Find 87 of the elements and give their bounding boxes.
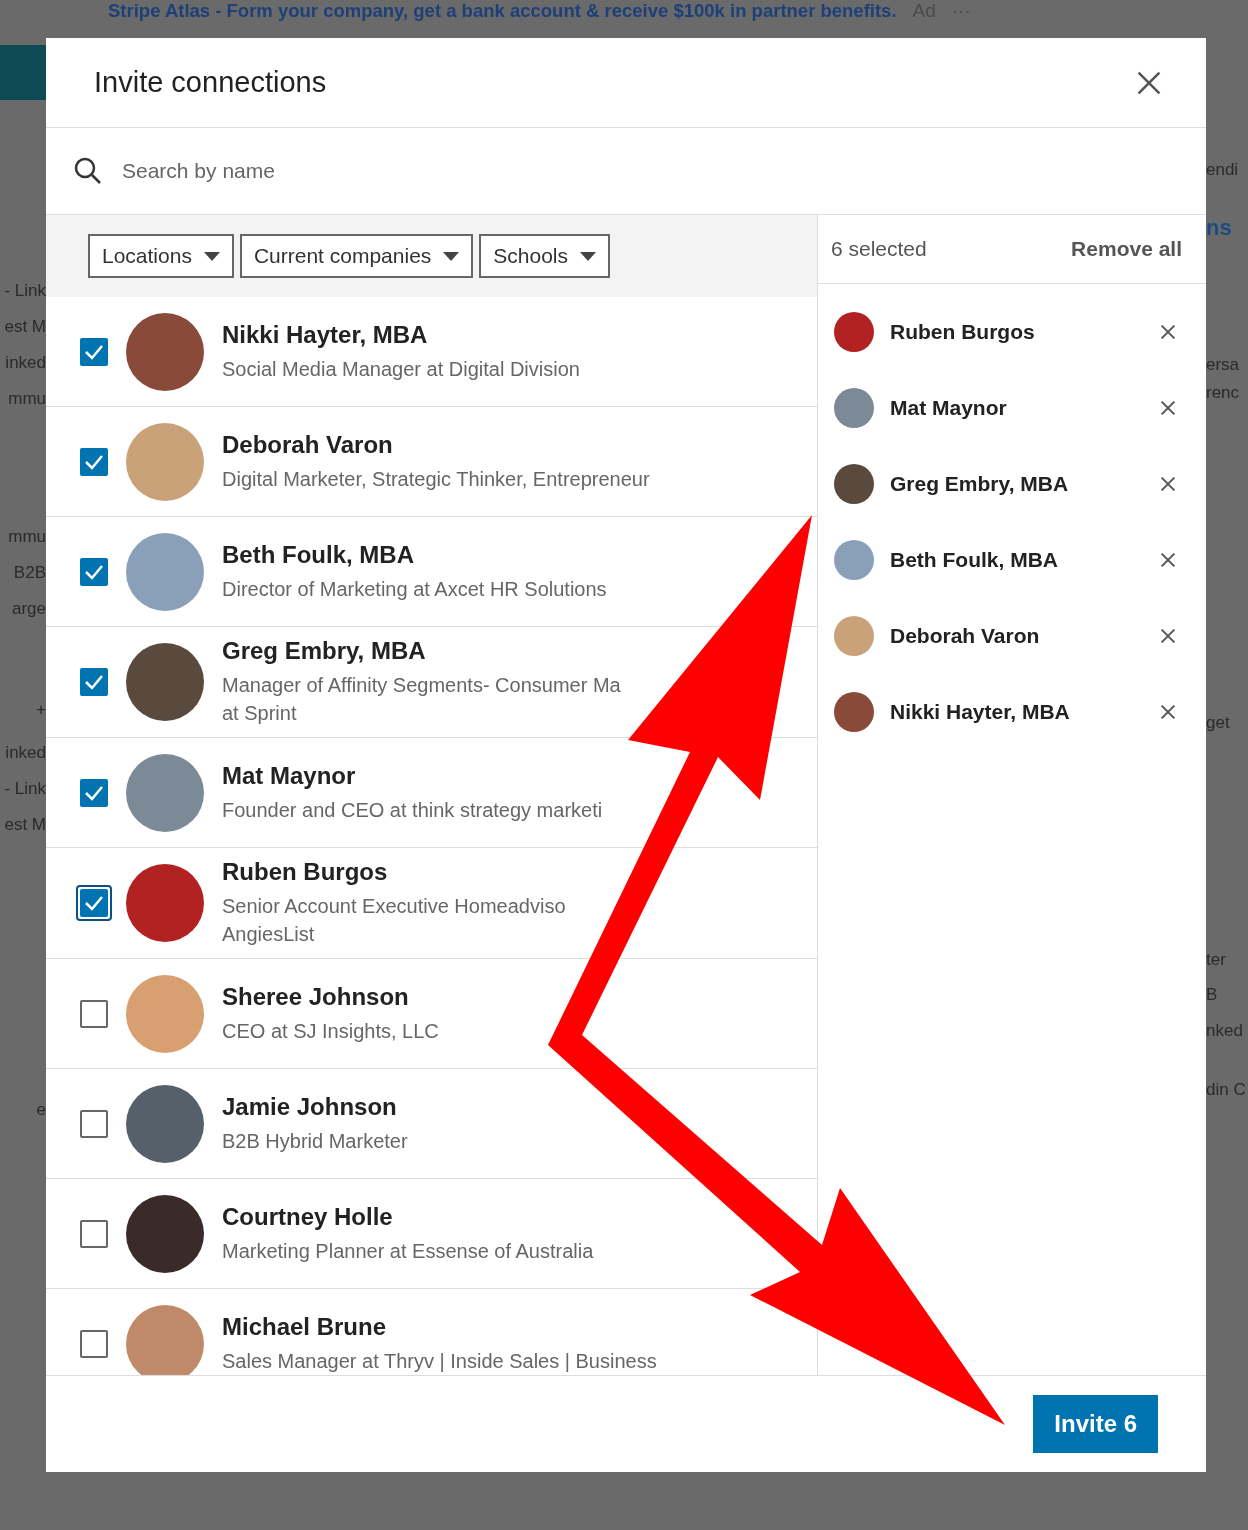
checkmark-icon	[84, 674, 104, 690]
background-text: ter	[1206, 950, 1226, 970]
checkbox[interactable]	[80, 557, 108, 586]
background-text: ns	[1206, 218, 1232, 238]
remove-button[interactable]	[1158, 702, 1178, 722]
filter-dropdown[interactable]: Schools	[479, 234, 611, 278]
checkbox[interactable]	[80, 447, 108, 476]
person-name: Deborah Varon	[222, 430, 394, 459]
background-text: e	[36, 1100, 46, 1120]
background-text: din C	[1206, 1080, 1246, 1100]
close-icon	[1160, 552, 1176, 568]
selected-name: Greg Embry, MBA	[890, 472, 1070, 496]
person-name: Beth Foulk, MBA	[222, 540, 415, 569]
background-text: renc	[1206, 383, 1240, 403]
remove-button[interactable]	[1158, 550, 1178, 570]
checkbox[interactable]	[80, 668, 108, 696]
background-text: - Link	[4, 281, 46, 301]
selected-name: Mat Maynor	[890, 396, 1008, 420]
remove-button[interactable]	[1158, 626, 1178, 646]
background-text: est M	[4, 815, 46, 835]
checkmark-icon	[84, 343, 104, 360]
checkmark-icon	[84, 895, 104, 911]
close-icon	[1160, 400, 1176, 416]
checkbox[interactable]	[80, 1219, 108, 1248]
background-panel	[0, 45, 46, 100]
background-text: mmu	[8, 389, 46, 409]
selected-name: Deborah Varon	[890, 624, 1041, 648]
checkbox[interactable]	[80, 1109, 108, 1138]
filter-dropdown[interactable]: Locations	[88, 234, 234, 278]
background-text: inked	[5, 353, 46, 373]
selected-count: 6 selected	[831, 237, 927, 261]
person-headline: CEO at SJ Insights, LLC	[222, 1018, 439, 1044]
background-text: - Link	[4, 779, 46, 799]
checkbox[interactable]	[80, 1329, 108, 1358]
person-headline: Sales Manager at Thryv | Inside Sales | Business	[222, 1348, 657, 1374]
caret-icon	[443, 251, 460, 261]
background-text: nked	[1206, 1021, 1243, 1041]
person-headline: Director of Marketing at Axcet HR Solutions	[222, 576, 607, 602]
person-headline: Manager of Affinity Segments- Consumer Ma at Sprint	[222, 673, 621, 726]
search-icon	[74, 157, 102, 185]
person-name: Nikki Hayter, MBA	[222, 320, 429, 349]
background-text: mmu	[8, 527, 46, 547]
remove-all-button[interactable]: Remove all	[1071, 237, 1182, 261]
person-headline: Marketing Planner at Essense of Australia	[222, 1238, 594, 1264]
person-name: Sheree Johnson	[222, 982, 410, 1011]
selected-name: Ruben Burgos	[890, 320, 1036, 344]
selected-name: Beth Foulk, MBA	[890, 548, 1059, 572]
close-icon	[1160, 628, 1176, 644]
background-text: endi	[1206, 160, 1239, 180]
invite-button[interactable]: Invite 6	[1033, 1395, 1158, 1453]
person-headline: Digital Marketer, Strategic Thinker, Entrepreneur	[222, 466, 650, 492]
close-icon	[1160, 324, 1176, 340]
background-text: B2B	[13, 563, 46, 583]
filter-dropdown[interactable]: Current companies	[239, 234, 474, 278]
person-name: Mat Maynor	[222, 761, 357, 790]
remove-button[interactable]	[1158, 474, 1178, 494]
person-name: Jamie Johnson	[222, 1092, 398, 1121]
checkmark-icon	[84, 563, 104, 580]
person-name: Michael Brune	[222, 1312, 388, 1341]
background-text: get	[1206, 713, 1230, 733]
checkbox[interactable]	[80, 778, 108, 807]
caret-icon	[203, 251, 220, 261]
checkmark-icon	[84, 784, 104, 801]
person-headline: B2B Hybrid Marketer	[222, 1128, 408, 1154]
caret-icon	[580, 251, 597, 261]
close-icon	[1160, 476, 1176, 492]
selected-name: Nikki Hayter, MBA	[890, 700, 1071, 724]
person-name: Courtney Holle	[222, 1202, 394, 1231]
background-text: ersa	[1206, 355, 1240, 375]
background-text: est M	[4, 317, 46, 337]
checkbox[interactable]	[80, 337, 108, 366]
checkmark-icon	[84, 453, 104, 470]
background-text: B	[1206, 985, 1218, 1005]
background-text: +	[36, 700, 46, 720]
checkbox[interactable]	[80, 999, 108, 1028]
person-name: Ruben Burgos	[222, 858, 389, 886]
remove-button[interactable]	[1158, 322, 1178, 342]
close-icon	[1136, 69, 1162, 96]
person-headline: Senior Account Executive Homeadviso AngiesList	[222, 894, 566, 947]
person-headline: Social Media Manager at Digital Division	[222, 356, 580, 382]
person-headline: Founder and CEO at think strategy marketi	[222, 797, 603, 823]
dialog-title: Invite connections	[94, 66, 327, 99]
background-text: arge	[11, 599, 46, 619]
background-text: inked	[5, 743, 46, 763]
close-icon	[1160, 704, 1176, 720]
person-name: Greg Embry, MBA	[222, 637, 427, 665]
remove-button[interactable]	[1158, 398, 1178, 418]
